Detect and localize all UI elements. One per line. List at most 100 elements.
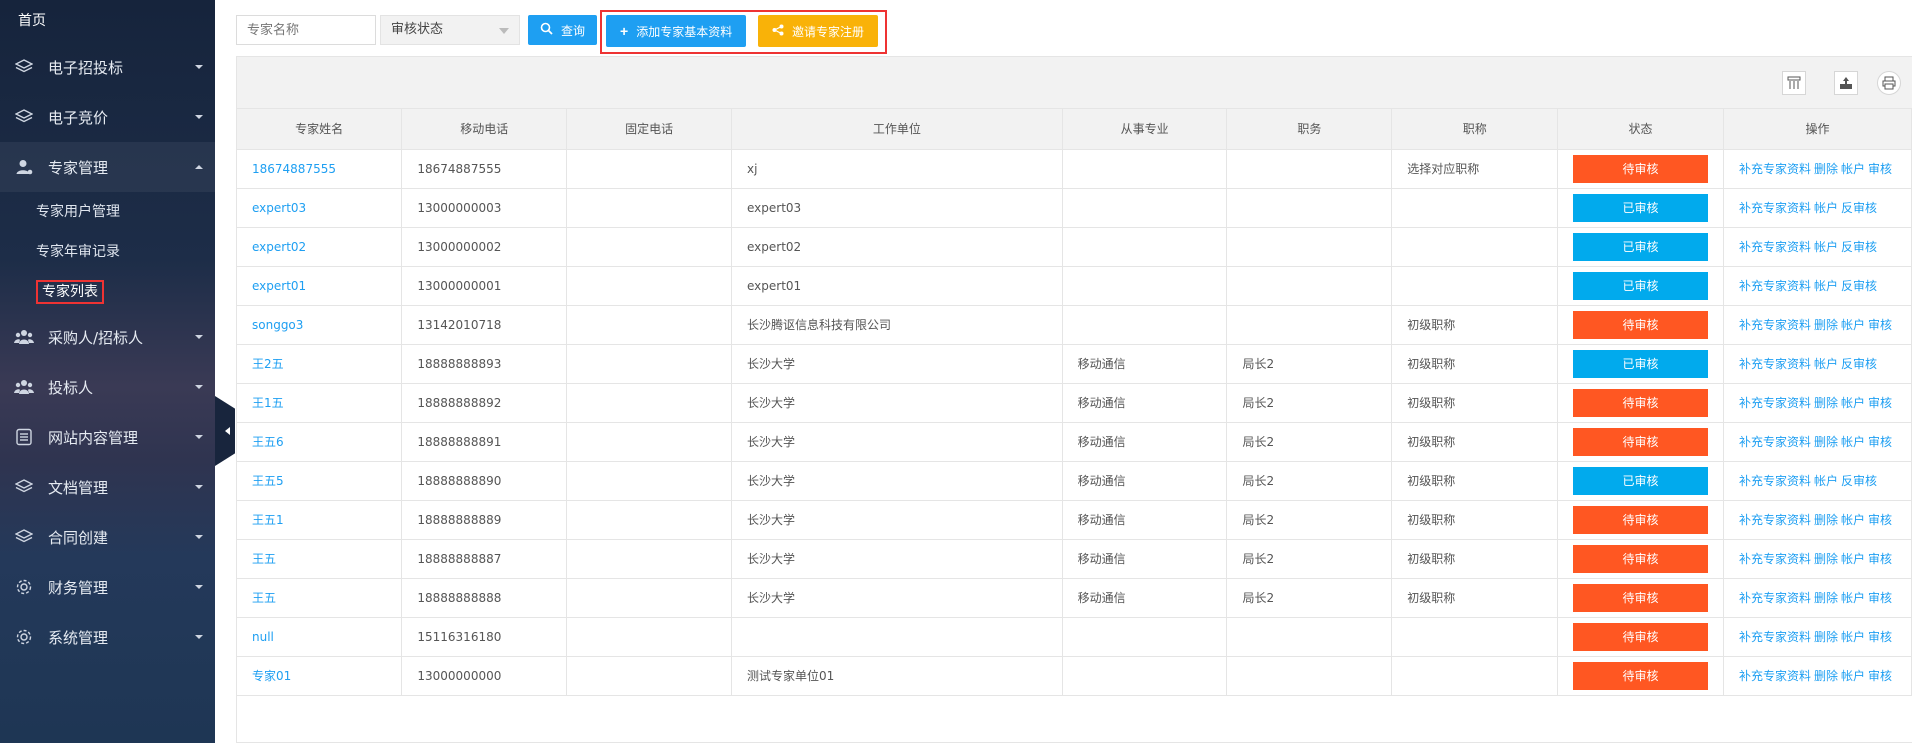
account-link[interactable]: 帐户 [1814, 240, 1838, 254]
unapprove-link[interactable]: 反审核 [1841, 357, 1877, 371]
col-header-name[interactable]: 专家姓名 [237, 109, 403, 150]
supplement-info-link[interactable]: 补充专家资料 [1739, 357, 1811, 371]
supplement-info-link[interactable]: 补充专家资料 [1739, 630, 1811, 644]
expert-name-link[interactable]: 王五5 [237, 461, 403, 501]
sidebar-item-system[interactable]: 系统管理 [0, 612, 215, 662]
col-header-title[interactable]: 职称 [1391, 109, 1559, 150]
delete-link[interactable]: 删除 [1814, 318, 1838, 332]
sidebar-item-bidding[interactable]: 电子招投标 [0, 42, 215, 92]
supplement-info-link[interactable]: 补充专家资料 [1739, 279, 1811, 293]
status-badge[interactable]: 已审核 [1573, 232, 1708, 261]
status-badge[interactable]: 待审核 [1573, 505, 1708, 534]
expert-name-link[interactable]: songgo3 [237, 305, 403, 345]
status-badge[interactable]: 已审核 [1573, 193, 1708, 222]
supplement-info-link[interactable]: 补充专家资料 [1739, 201, 1811, 215]
account-link[interactable]: 帐户 [1841, 318, 1865, 332]
sidebar-collapse-toggle[interactable] [215, 396, 235, 466]
unapprove-link[interactable]: 反审核 [1841, 201, 1877, 215]
account-link[interactable]: 帐户 [1814, 474, 1838, 488]
account-link[interactable]: 帐户 [1841, 669, 1865, 683]
supplement-info-link[interactable]: 补充专家资料 [1739, 318, 1811, 332]
delete-link[interactable]: 删除 [1814, 162, 1838, 176]
sidebar-item-finance[interactable]: 财务管理 [0, 562, 215, 612]
supplement-info-link[interactable]: 补充专家资料 [1739, 474, 1811, 488]
approve-link[interactable]: 审核 [1868, 591, 1892, 605]
query-button[interactable]: 查询 [528, 15, 598, 45]
expert-name-link[interactable]: 王五1 [237, 500, 403, 540]
status-badge[interactable]: 待审核 [1573, 310, 1708, 339]
expert-name-link[interactable]: expert02 [237, 227, 403, 267]
expert-name-link[interactable]: 王2五 [237, 344, 403, 384]
approve-link[interactable]: 审核 [1868, 318, 1892, 332]
sidebar-item-contracts[interactable]: 合同创建 [0, 512, 215, 562]
sidebar-item-purchasers[interactable]: 采购人/招标人 [0, 312, 215, 362]
col-header-major[interactable]: 从事专业 [1062, 109, 1228, 150]
sidebar-item-documents[interactable]: 文档管理 [0, 462, 215, 512]
col-header-status[interactable]: 状态 [1557, 109, 1724, 150]
sidebar-item-auction[interactable]: 电子竞价 [0, 92, 215, 142]
approve-link[interactable]: 审核 [1868, 630, 1892, 644]
col-header-phone[interactable]: 固定电话 [566, 109, 732, 150]
sidebar-sub-expert-list[interactable]: 专家列表 [0, 272, 215, 312]
status-badge[interactable]: 待审核 [1573, 388, 1708, 417]
add-expert-button[interactable]: + 添加专家基本资料 [606, 15, 747, 47]
unapprove-link[interactable]: 反审核 [1841, 240, 1877, 254]
delete-link[interactable]: 删除 [1814, 552, 1838, 566]
status-badge[interactable]: 待审核 [1573, 622, 1708, 651]
approve-link[interactable]: 审核 [1868, 513, 1892, 527]
print-icon[interactable] [1877, 71, 1901, 95]
account-link[interactable]: 帐户 [1841, 162, 1865, 176]
sidebar-item-bidders[interactable]: 投标人 [0, 362, 215, 412]
expert-name-link[interactable]: 王五6 [237, 422, 403, 462]
supplement-info-link[interactable]: 补充专家资料 [1739, 162, 1811, 176]
approve-link[interactable]: 审核 [1868, 162, 1892, 176]
status-badge[interactable]: 待审核 [1573, 427, 1708, 456]
unapprove-link[interactable]: 反审核 [1841, 474, 1877, 488]
status-badge[interactable]: 已审核 [1573, 466, 1708, 495]
supplement-info-link[interactable]: 补充专家资料 [1739, 240, 1811, 254]
expert-name-link[interactable]: null [237, 617, 403, 657]
sidebar-item-website-content[interactable]: 网站内容管理 [0, 412, 215, 462]
review-status-select[interactable]: 审核状态 [380, 15, 520, 45]
approve-link[interactable]: 审核 [1868, 669, 1892, 683]
supplement-info-link[interactable]: 补充专家资料 [1739, 669, 1811, 683]
supplement-info-link[interactable]: 补充专家资料 [1739, 513, 1811, 527]
approve-link[interactable]: 审核 [1868, 396, 1892, 410]
supplement-info-link[interactable]: 补充专家资料 [1739, 396, 1811, 410]
invite-expert-button[interactable]: 邀请专家注册 [758, 15, 879, 47]
supplement-info-link[interactable]: 补充专家资料 [1739, 552, 1811, 566]
status-badge[interactable]: 待审核 [1573, 544, 1708, 573]
expert-name-link[interactable]: 王五 [237, 578, 403, 618]
account-link[interactable]: 帐户 [1841, 552, 1865, 566]
delete-link[interactable]: 删除 [1814, 435, 1838, 449]
sidebar-item-experts[interactable]: 专家管理 [0, 142, 215, 192]
expert-name-link[interactable]: expert03 [237, 188, 403, 228]
account-link[interactable]: 帐户 [1841, 591, 1865, 605]
delete-link[interactable]: 删除 [1814, 669, 1838, 683]
status-badge[interactable]: 待审核 [1573, 154, 1708, 183]
account-link[interactable]: 帐户 [1841, 396, 1865, 410]
sidebar-sub-expert-review[interactable]: 专家年审记录 [0, 232, 215, 272]
account-link[interactable]: 帐户 [1814, 357, 1838, 371]
expert-name-link[interactable]: 18674887555 [237, 149, 403, 189]
expert-name-input[interactable] [236, 15, 376, 45]
supplement-info-link[interactable]: 补充专家资料 [1739, 435, 1811, 449]
account-link[interactable]: 帐户 [1814, 279, 1838, 293]
status-badge[interactable]: 待审核 [1573, 583, 1708, 612]
unapprove-link[interactable]: 反审核 [1841, 279, 1877, 293]
status-badge[interactable]: 待审核 [1573, 661, 1708, 690]
account-link[interactable]: 帐户 [1814, 201, 1838, 215]
col-header-unit[interactable]: 工作单位 [731, 109, 1063, 150]
delete-link[interactable]: 删除 [1814, 513, 1838, 527]
columns-icon[interactable] [1782, 71, 1806, 95]
status-badge[interactable]: 已审核 [1573, 349, 1708, 378]
delete-link[interactable]: 删除 [1814, 591, 1838, 605]
delete-link[interactable]: 删除 [1814, 630, 1838, 644]
expert-name-link[interactable]: expert01 [237, 266, 403, 306]
account-link[interactable]: 帐户 [1841, 513, 1865, 527]
expert-name-link[interactable]: 王1五 [237, 383, 403, 423]
expert-name-link[interactable]: 专家01 [237, 656, 403, 696]
sidebar-home[interactable]: 首页 [0, 0, 215, 42]
sidebar-sub-expert-users[interactable]: 专家用户管理 [0, 192, 215, 232]
col-header-mobile[interactable]: 移动电话 [401, 109, 568, 150]
